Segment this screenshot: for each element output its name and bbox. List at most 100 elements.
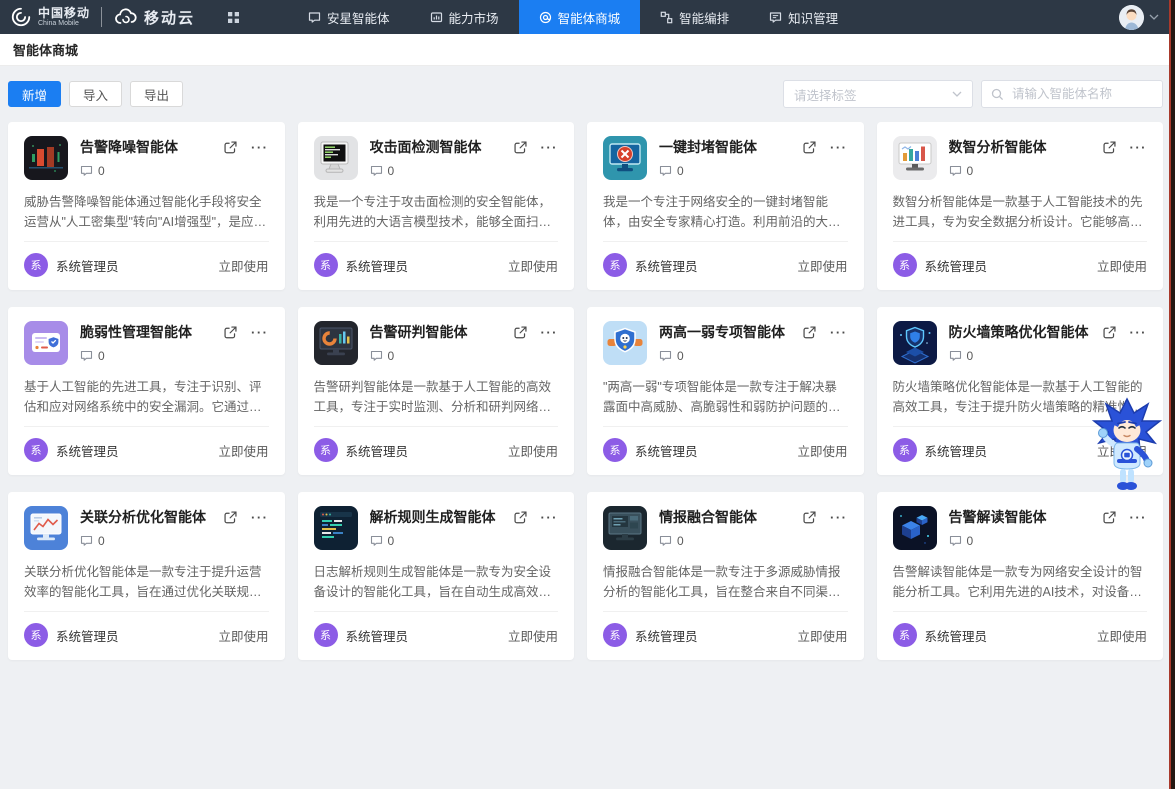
use-now-link[interactable]: 立即使用 <box>508 441 558 460</box>
share-icon[interactable] <box>513 510 528 525</box>
comment-count[interactable]: 0 <box>949 534 1148 548</box>
agent-card[interactable]: 脆弱性管理智能体 ··· 0 基于人工智能的先进工具，专注于识别、评估和应对网络… <box>8 307 285 475</box>
nav-item-agent-mall[interactable]: 智能体商城 <box>519 0 641 34</box>
knowledge-chat-icon <box>769 11 782 24</box>
user-avatar[interactable] <box>1119 5 1144 30</box>
use-now-link[interactable]: 立即使用 <box>797 256 847 275</box>
more-icon[interactable]: ··· <box>830 511 848 524</box>
use-now-link[interactable]: 立即使用 <box>218 441 268 460</box>
more-icon[interactable]: ··· <box>1130 326 1148 339</box>
comment-icon <box>659 535 672 547</box>
app-launcher-icon[interactable] <box>227 0 240 34</box>
comment-icon <box>949 165 962 177</box>
share-icon[interactable] <box>223 325 238 340</box>
use-now-link[interactable]: 立即使用 <box>508 256 558 275</box>
agent-card[interactable]: 解析规则生成智能体 ··· 0 日志解析规则生成智能体是一款专为安全设备设计的智… <box>298 492 575 660</box>
share-icon[interactable] <box>802 140 817 155</box>
owner-name: 系统管理员 <box>346 256 409 275</box>
more-icon[interactable]: ··· <box>830 326 848 339</box>
search-box[interactable] <box>981 80 1163 108</box>
owner-name: 系统管理员 <box>56 626 119 645</box>
agent-icon-alert-noise-reduction <box>24 136 68 180</box>
operator-name-en: China Mobile <box>38 20 90 28</box>
nav-item-anxing-agent[interactable]: 安星智能体 <box>288 0 410 34</box>
agent-description: 我是一个专注于攻击面检测的安全智能体，利用先进的大语言模型技术，能够全面扫描和分… <box>314 192 559 233</box>
agent-description: 日志解析规则生成智能体是一款专为安全设备设计的智能化工具，旨在自动生成高效、精准… <box>314 562 559 603</box>
more-icon[interactable]: ··· <box>541 326 559 339</box>
more-icon[interactable]: ··· <box>541 141 559 154</box>
use-now-link[interactable]: 立即使用 <box>218 626 268 645</box>
agent-icon-firewall-policy-optimization <box>893 321 937 365</box>
add-button[interactable]: 新增 <box>8 81 61 107</box>
more-icon[interactable]: ··· <box>1130 511 1148 524</box>
comment-count[interactable]: 0 <box>370 349 559 363</box>
agent-card[interactable]: 数智分析智能体 ··· 0 数智分析智能体是一款基于人工智能技术的先进工具，专为… <box>877 122 1164 290</box>
export-button[interactable]: 导出 <box>130 81 183 107</box>
assistant-mascot[interactable] <box>1090 397 1164 501</box>
more-icon[interactable]: ··· <box>251 141 269 154</box>
user-menu[interactable] <box>1119 0 1175 34</box>
owner-avatar: 系 <box>314 623 338 647</box>
more-icon[interactable]: ··· <box>830 141 848 154</box>
agent-description: 情报融合智能体是一款专注于多源威胁情报分析的智能化工具，旨在整合来自不同渠道的情… <box>603 562 848 603</box>
nav-item-label: 能力市场 <box>449 8 499 27</box>
share-icon[interactable] <box>513 325 528 340</box>
nav-item-knowledge[interactable]: 知识管理 <box>749 0 858 34</box>
comment-count[interactable]: 0 <box>80 164 269 178</box>
share-icon[interactable] <box>1102 140 1117 155</box>
more-icon[interactable]: ··· <box>541 511 559 524</box>
brand-divider <box>101 7 102 27</box>
comment-count[interactable]: 0 <box>949 164 1148 178</box>
use-now-link[interactable]: 立即使用 <box>508 626 558 645</box>
comment-icon <box>659 165 672 177</box>
comment-count[interactable]: 0 <box>659 164 848 178</box>
agent-icon-vulnerability-management <box>24 321 68 365</box>
agent-card[interactable]: 告警降噪智能体 ··· 0 威胁告警降噪智能体通过智能化手段将安全运营从"人工密… <box>8 122 285 290</box>
agent-card[interactable]: 两高一弱专项智能体 ··· 0 "两高一弱"专项智能体是一款专注于解决暴露面中高… <box>587 307 864 475</box>
more-icon[interactable]: ··· <box>1130 141 1148 154</box>
share-icon[interactable] <box>223 510 238 525</box>
agent-icon-alert-triage <box>314 321 358 365</box>
use-now-link[interactable]: 立即使用 <box>1097 256 1147 275</box>
comment-icon <box>659 350 672 362</box>
more-icon[interactable]: ··· <box>251 511 269 524</box>
agent-card[interactable]: 关联分析优化智能体 ··· 0 关联分析优化智能体是一款专注于提升运营效率的智能… <box>8 492 285 660</box>
share-icon[interactable] <box>223 140 238 155</box>
owner-name: 系统管理员 <box>925 441 988 460</box>
share-icon[interactable] <box>513 140 528 155</box>
use-now-link[interactable]: 立即使用 <box>1097 626 1147 645</box>
use-now-link[interactable]: 立即使用 <box>797 441 847 460</box>
search-icon <box>991 88 1004 101</box>
owner-avatar: 系 <box>603 253 627 277</box>
agent-card[interactable]: 攻击面检测智能体 ··· 0 我是一个专注于攻击面检测的安全智能体，利用先进的大… <box>298 122 575 290</box>
agent-title: 情报融合智能体 <box>659 507 789 527</box>
share-icon[interactable] <box>1102 510 1117 525</box>
share-icon[interactable] <box>1102 325 1117 340</box>
comment-count[interactable]: 0 <box>659 534 848 548</box>
import-button[interactable]: 导入 <box>69 81 122 107</box>
comment-count[interactable]: 0 <box>949 349 1148 363</box>
owner-avatar: 系 <box>603 438 627 462</box>
tag-select[interactable]: 请选择标签 <box>783 80 973 108</box>
use-now-link[interactable]: 立即使用 <box>218 256 268 275</box>
comment-count[interactable]: 0 <box>370 164 559 178</box>
agent-card[interactable]: 情报融合智能体 ··· 0 情报融合智能体是一款专注于多源威胁情报分析的智能化工… <box>587 492 864 660</box>
share-icon[interactable] <box>802 510 817 525</box>
nav-item-orchestration[interactable]: 智能编排 <box>640 0 749 34</box>
share-icon[interactable] <box>802 325 817 340</box>
comment-count[interactable]: 0 <box>80 349 269 363</box>
agent-card[interactable]: 告警解读智能体 ··· 0 告警解读智能体是一款专为网络安全设计的智能分析工具。… <box>877 492 1164 660</box>
more-icon[interactable]: ··· <box>251 326 269 339</box>
search-input[interactable] <box>1010 86 1153 102</box>
comment-count[interactable]: 0 <box>370 534 559 548</box>
comment-count[interactable]: 0 <box>80 534 269 548</box>
use-now-link[interactable]: 立即使用 <box>797 626 847 645</box>
comment-icon <box>80 350 93 362</box>
nav-item-capability-market[interactable]: 能力市场 <box>410 0 519 34</box>
agent-card[interactable]: 告警研判智能体 ··· 0 告警研判智能体是一款基于人工智能的高效工具，专注于实… <box>298 307 575 475</box>
agent-card[interactable]: 一键封堵智能体 ··· 0 我是一个专注于网络安全的一键封堵智能体，由安全专家精… <box>587 122 864 290</box>
comment-icon <box>80 165 93 177</box>
owner-avatar: 系 <box>603 623 627 647</box>
comment-count[interactable]: 0 <box>659 349 848 363</box>
agent-title: 脆弱性管理智能体 <box>80 322 210 342</box>
